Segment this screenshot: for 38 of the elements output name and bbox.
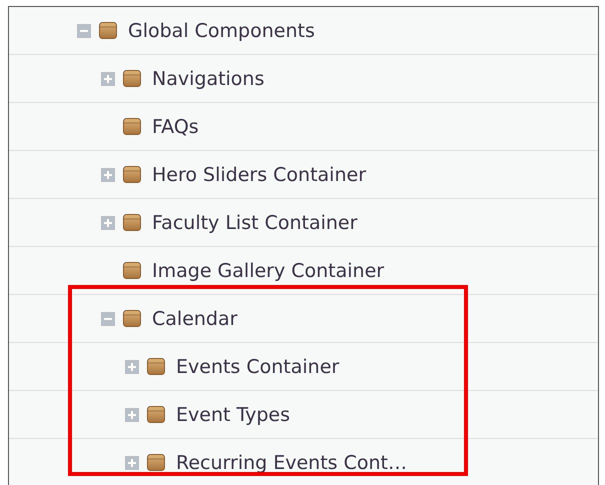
node-label: Faculty List Container bbox=[152, 212, 358, 234]
node-label: Global Components bbox=[128, 20, 315, 42]
expand-icon[interactable] bbox=[101, 216, 115, 230]
node-label: Hero Sliders Container bbox=[152, 164, 366, 186]
expand-icon[interactable] bbox=[125, 456, 139, 470]
node-label: Events Container bbox=[176, 356, 340, 378]
node-label: Recurring Events Cont… bbox=[176, 452, 407, 474]
box-icon bbox=[123, 70, 141, 87]
expand-icon[interactable] bbox=[101, 72, 115, 86]
box-icon bbox=[123, 262, 141, 279]
box-icon bbox=[147, 358, 165, 375]
collapse-icon[interactable] bbox=[101, 312, 115, 326]
box-icon bbox=[123, 166, 141, 183]
expand-icon[interactable] bbox=[125, 360, 139, 374]
tree-row[interactable]: Event Types bbox=[9, 391, 598, 439]
tree-row[interactable]: Navigations bbox=[9, 55, 598, 103]
box-icon bbox=[123, 310, 141, 327]
box-icon bbox=[123, 214, 141, 231]
collapse-icon[interactable] bbox=[77, 24, 91, 38]
tree-row[interactable]: Global Components bbox=[9, 7, 598, 55]
box-icon bbox=[147, 406, 165, 423]
node-label: Event Types bbox=[176, 404, 290, 426]
node-label: Image Gallery Container bbox=[152, 260, 384, 282]
box-icon bbox=[99, 22, 117, 39]
tree-row[interactable]: Faculty List Container bbox=[9, 199, 598, 247]
node-label: FAQs bbox=[152, 116, 199, 138]
box-icon bbox=[147, 454, 165, 471]
tree-row[interactable]: Calendar bbox=[9, 295, 598, 343]
node-label: Navigations bbox=[152, 68, 264, 90]
tree-row[interactable]: Events Container bbox=[9, 343, 598, 391]
expand-icon[interactable] bbox=[125, 408, 139, 422]
expand-icon[interactable] bbox=[101, 168, 115, 182]
tree-row[interactable]: Recurring Events Cont… bbox=[9, 439, 598, 485]
node-label: Calendar bbox=[152, 308, 238, 330]
tree-row[interactable]: Hero Sliders Container bbox=[9, 151, 598, 199]
tree-row[interactable]: FAQs bbox=[9, 103, 598, 151]
box-icon bbox=[123, 118, 141, 135]
tree-row[interactable]: Image Gallery Container bbox=[9, 247, 598, 295]
